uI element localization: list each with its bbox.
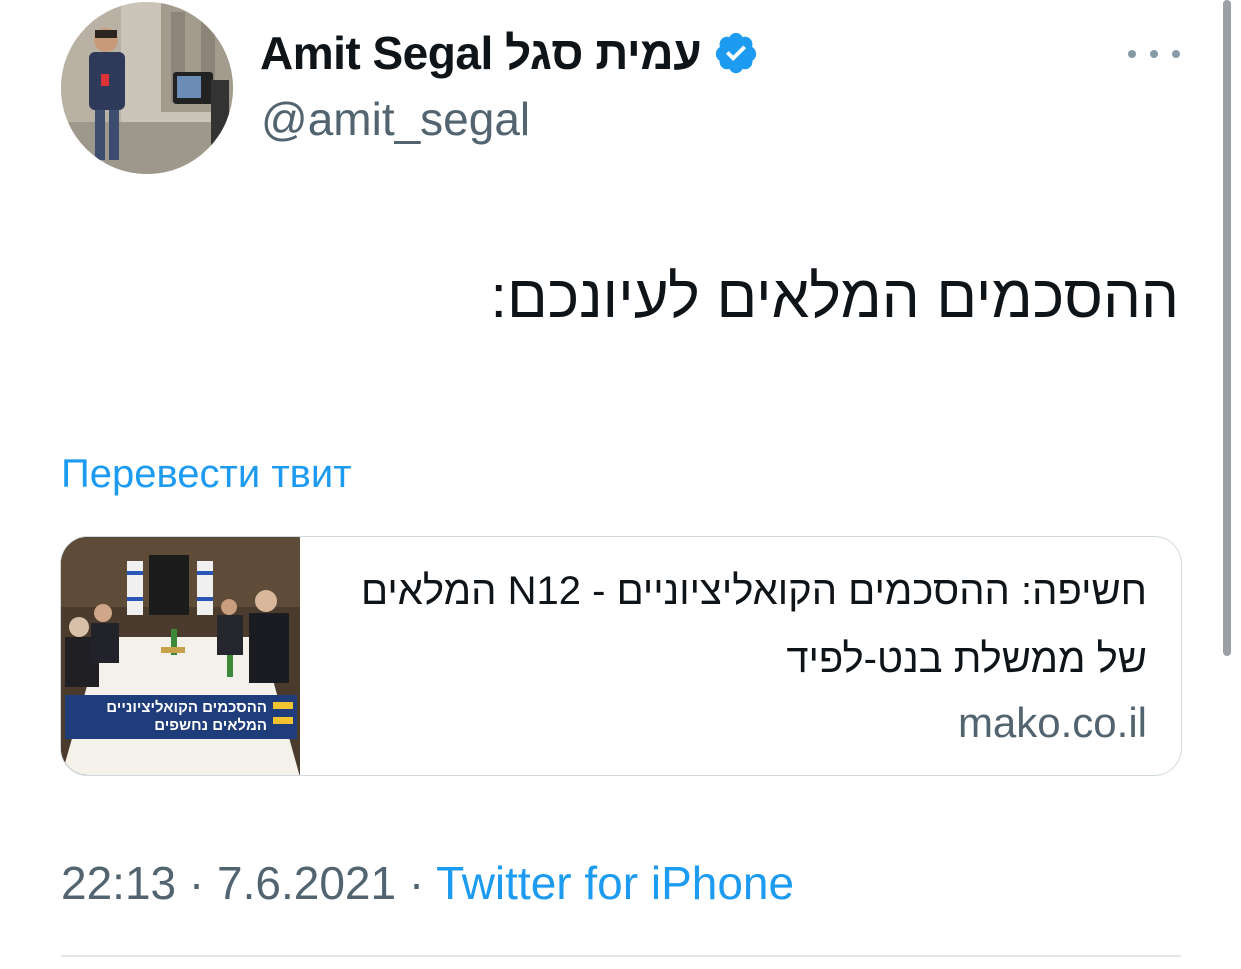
translate-tweet-link[interactable]: Перевести твит <box>61 452 352 497</box>
tweet-text: ההסכמים המלאים לעיונכם: <box>490 263 1179 330</box>
verified-badge-icon <box>716 32 757 74</box>
scrollbar[interactable] <box>1223 0 1231 656</box>
thumbnail-caption-line1: ההסכמים הקואליציוניים <box>106 699 267 716</box>
avatar-photo <box>61 2 233 174</box>
thumbnail-caption-line2: המלאים נחשפים <box>154 717 267 734</box>
card-title: חשיפה: ההסכמים הקואליציוניים - N12 המלאי… <box>361 569 1147 681</box>
author-display-name[interactable]: Amit Segal עמית סגל <box>260 26 702 80</box>
author-avatar[interactable] <box>61 2 233 174</box>
tweet-meta: 22:13 · 7.6.2021 · Twitter for iPhone <box>61 856 794 910</box>
author-handle[interactable]: @amit_segal <box>261 92 530 146</box>
card-domain: mako.co.il <box>957 699 1147 746</box>
meta-separator: · <box>408 857 425 909</box>
thumbnail-caption: ההסכמים הקואליציוניים המלאים נחשפים <box>65 695 297 739</box>
tweet-detail: Amit Segal עמית סגל @amit_segal ההסכמים … <box>0 0 1241 969</box>
divider <box>61 955 1181 957</box>
more-horizontal-icon-dot <box>1172 50 1180 58</box>
more-horizontal-icon-dot <box>1128 50 1136 58</box>
meta-separator: · <box>188 857 205 909</box>
tweet-time[interactable]: 22:13 <box>61 857 176 909</box>
tweet-date[interactable]: 7.6.2021 <box>217 857 396 909</box>
tweet-source-link[interactable]: Twitter for iPhone <box>436 857 794 909</box>
caption-bars <box>273 702 293 732</box>
link-preview-card[interactable]: ההסכמים הקואליציוניים המלאים נחשפים חשיפ… <box>60 536 1182 776</box>
card-thumbnail: ההסכמים הקואליציוניים המלאים נחשפים <box>61 537 300 775</box>
card-body: חשיפה: ההסכמים הקואליציוניים - N12 המלאי… <box>301 537 1181 775</box>
more-horizontal-icon-dot <box>1150 50 1158 58</box>
thumbnail-photo <box>61 537 300 775</box>
more-options-button[interactable] <box>1128 38 1180 70</box>
author-name-row[interactable]: Amit Segal עמית סגל <box>260 26 759 80</box>
